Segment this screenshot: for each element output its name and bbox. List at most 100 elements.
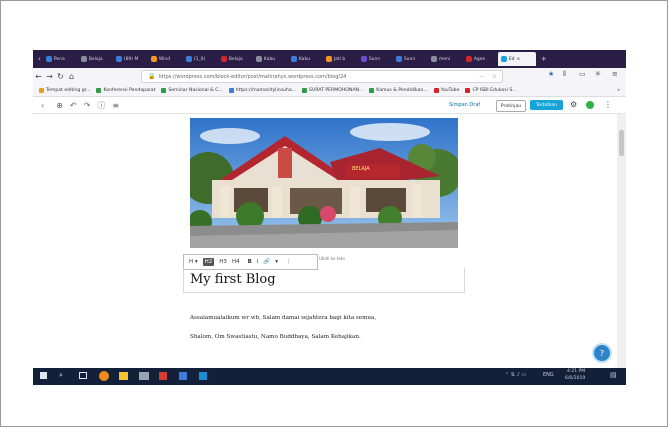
add-block-icon[interactable]: ⊕: [56, 101, 63, 110]
browser-tab[interactable]: Pena: [43, 52, 76, 66]
tab-favicon-icon: [325, 56, 332, 62]
tab-label: Pena: [53, 56, 65, 62]
more-formatting-dropdown[interactable]: ▾: [275, 259, 278, 265]
browser-tab[interactable]: (89) M: [113, 52, 146, 66]
outline-icon[interactable]: ≡: [112, 101, 119, 110]
italic-button[interactable]: I: [257, 259, 259, 265]
paragraph-line-1[interactable]: Assalamualaikum wr wb, Salam damai sejah…: [190, 315, 376, 321]
heading-type-dropdown[interactable]: H ▾: [189, 259, 198, 265]
editor-scrollbar[interactable]: [617, 114, 626, 368]
scrollbar-thumb[interactable]: [619, 130, 624, 156]
heading-level-3-button[interactable]: H3: [219, 259, 227, 265]
extension-icon[interactable]: ✳: [595, 70, 601, 78]
post-heading[interactable]: My first Blog: [190, 272, 276, 287]
language-indicator[interactable]: ENG: [543, 372, 554, 378]
task-view-icon[interactable]: [79, 372, 87, 379]
heading-level-2-button[interactable]: H2: [202, 258, 215, 266]
back-icon[interactable]: ←: [33, 72, 44, 81]
paragraph-line-2[interactable]: Shalom, Om Swastiastu, Namo Buddhaya, Sa…: [190, 334, 361, 340]
browser-tab[interactable]: Ed ×: [497, 52, 536, 66]
bookmark-item[interactable]: CP ISBI Edukasi S...: [465, 87, 517, 93]
bold-button[interactable]: B: [248, 259, 252, 265]
sidebar-icon[interactable]: ▭: [579, 70, 586, 78]
more-bookmarks-button[interactable]: »: [617, 88, 620, 93]
tab-label: Belaja: [88, 56, 103, 62]
block-options-icon[interactable]: ⋮: [286, 259, 292, 265]
browser-tab[interactable]: Sunn: [358, 52, 391, 66]
browser-tab[interactable]: Agen: [463, 52, 496, 66]
heading-level-4-button[interactable]: H4: [232, 259, 240, 265]
publish-button[interactable]: Terbitkan: [530, 100, 563, 110]
browser-tab[interactable]: Wind: [148, 52, 181, 66]
undo-icon[interactable]: ↶: [70, 101, 77, 110]
word-app-icon[interactable]: [199, 372, 207, 380]
forward-icon[interactable]: →: [44, 72, 55, 81]
library-icon[interactable]: ⫴: [563, 70, 566, 79]
gear-icon[interactable]: ⚙: [570, 100, 577, 109]
tab-label: Jati b: [333, 56, 346, 62]
browser-tab[interactable]: Jati b: [323, 52, 356, 66]
star-icon[interactable]: ★: [548, 70, 554, 78]
preview-button[interactable]: Pratinjau: [496, 100, 526, 112]
firefox-icon[interactable]: [99, 371, 109, 381]
page-actions-menu[interactable]: ···: [479, 74, 484, 80]
more-options-icon[interactable]: ⋮: [604, 100, 612, 109]
back-arrow-icon[interactable]: ‹: [41, 101, 44, 110]
reload-icon[interactable]: ↻: [55, 72, 66, 81]
browser-tab[interactable]: Kabu: [253, 52, 286, 66]
screenshot-area: ‹ Pena Belaja (89) M Wind (1_0) Belaja Kabu Kab…: [33, 50, 626, 385]
network-app-icon[interactable]: [139, 372, 149, 380]
store-icon[interactable]: [179, 372, 187, 380]
home-icon[interactable]: ⌂: [66, 72, 77, 81]
bookmark-label: SURAT PERMOHONAN...: [309, 87, 364, 93]
pdf-app-icon[interactable]: [159, 372, 167, 380]
tab-favicon-icon: [290, 56, 297, 62]
notification-icon[interactable]: ▤: [610, 371, 617, 379]
address-bar[interactable]: 🔒 https://wordpress.com/block-editor/pos…: [141, 70, 503, 83]
new-tab-button[interactable]: +: [541, 55, 547, 63]
bookmark-item[interactable]: Seminar Nasional & C...: [161, 87, 223, 93]
browser-toolbar: ← → ↻ ⌂ 🔒 https://wordpress.com/block-ed…: [33, 68, 626, 84]
browser-tab[interactable]: Belaja: [78, 52, 111, 66]
start-icon[interactable]: [40, 372, 47, 379]
bookmark-icon: [465, 87, 471, 93]
clock-time[interactable]: 4:21 PM: [567, 369, 585, 374]
lock-icon: 🔒: [148, 73, 156, 80]
browser-tab[interactable]: (1_0): [183, 52, 216, 66]
bookmark-star-icon[interactable]: ☆: [492, 73, 497, 80]
help-button[interactable]: ?: [592, 343, 612, 363]
tab-label: Sunn: [368, 56, 381, 62]
bookmark-item[interactable]: YouTube: [433, 87, 459, 93]
clock-date[interactable]: 6/6/2019: [565, 376, 585, 381]
bookmark-label: https://mamacitylinsuha...: [235, 87, 297, 93]
svg-text:BELAJA: BELAJA: [352, 166, 370, 172]
browser-tab[interactable]: Belaja: [218, 52, 251, 66]
tab-label: Kabu: [298, 56, 311, 62]
close-tab-icon[interactable]: ×: [517, 57, 521, 62]
bookmark-icon: [228, 87, 234, 93]
tray-icons[interactable]: ⌃ ⇅ ♪ ▭: [505, 372, 526, 378]
bookmark-item[interactable]: https://mamacitylinsuha...: [228, 87, 297, 93]
file-explorer-icon[interactable]: [119, 372, 128, 380]
link-icon[interactable]: 🔗: [263, 259, 270, 265]
browser-tab[interactable]: Sunn: [393, 52, 426, 66]
bookmark-item[interactable]: Konferensi Pendaparat: [96, 87, 155, 93]
browser-tab[interactable]: Kabu: [288, 52, 321, 66]
menu-icon[interactable]: ≡: [612, 70, 618, 78]
tab-scroll-left-icon[interactable]: ‹: [38, 55, 41, 63]
jetpack-icon[interactable]: [586, 101, 594, 109]
editor-content[interactable]: BELAJA H ▾ H2 H3 H4 B I 🔗 ▾ ⋮ Ubah ke te…: [33, 114, 617, 368]
redo-icon[interactable]: ↷: [84, 101, 91, 110]
bookmark-item[interactable]: Tempat editing gr...: [39, 87, 90, 93]
tab-label: Agen: [473, 56, 486, 62]
search-icon[interactable]: ⌕: [59, 371, 67, 379]
tab-label: (89) M: [123, 56, 139, 62]
tab-label: Belaja: [228, 56, 243, 62]
info-icon[interactable]: ⓘ: [97, 100, 105, 111]
save-draft-button[interactable]: Simpan Draf: [449, 102, 480, 108]
featured-image[interactable]: BELAJA: [190, 118, 458, 248]
bookmark-label: Kamus & Pendidikan...: [376, 87, 428, 93]
browser-tab[interactable]: meni: [428, 52, 461, 66]
bookmark-item[interactable]: SURAT PERMOHONAN...: [302, 87, 364, 93]
bookmark-item[interactable]: Kamus & Pendidikan...: [369, 87, 428, 93]
